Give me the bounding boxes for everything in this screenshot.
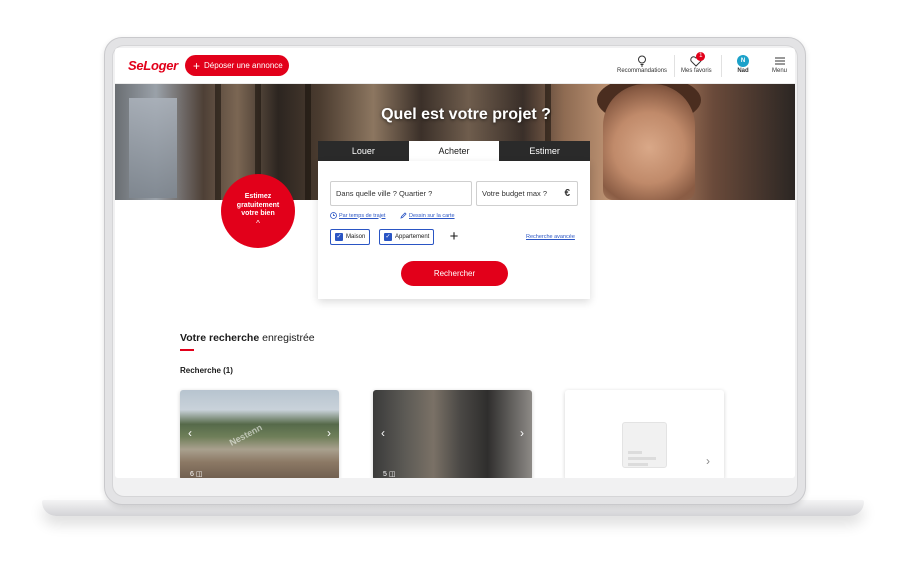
check-icon: ✓ bbox=[384, 233, 392, 241]
header-divider bbox=[674, 55, 675, 77]
project-tabs: Louer Acheter Estimer bbox=[318, 141, 591, 161]
euro-icon: € bbox=[564, 188, 570, 199]
chevron-right-icon[interactable]: › bbox=[706, 454, 710, 468]
city-input[interactable]: Dans quelle ville ? Quartier ? bbox=[330, 181, 472, 206]
maison-label: Maison bbox=[346, 234, 366, 240]
seloger-logo[interactable]: SeLoger bbox=[128, 58, 178, 73]
search-button[interactable]: Rechercher bbox=[401, 261, 508, 286]
placeholder-line bbox=[628, 457, 656, 460]
agency-watermark: Nestenn bbox=[227, 422, 264, 448]
camera-icon: ◫ bbox=[388, 471, 396, 478]
avatar-wrap: N bbox=[737, 54, 749, 68]
favorites-button[interactable]: 1 Mes favoris bbox=[681, 52, 712, 74]
screen: SeLoger + Déposer une annonce Recommanda… bbox=[115, 48, 795, 478]
favorites-count-badge: 1 bbox=[696, 52, 706, 61]
tab-louer[interactable]: Louer bbox=[318, 141, 409, 161]
camera-icon: ◫ bbox=[195, 471, 203, 478]
title-underline bbox=[180, 349, 194, 351]
stage: SeLoger + Déposer une annonce Recommanda… bbox=[0, 0, 906, 570]
menu-label: Menu bbox=[772, 68, 788, 74]
hero-beam bbox=[305, 84, 311, 200]
check-icon: ✓ bbox=[335, 233, 343, 241]
appartement-checkbox[interactable]: ✓ Appartement bbox=[379, 229, 435, 245]
travel-time-link[interactable]: Par temps de trajet bbox=[330, 212, 385, 219]
chevron-left-icon[interactable]: ‹ bbox=[381, 426, 385, 440]
chevron-left-icon[interactable]: ‹ bbox=[188, 426, 192, 440]
hero-beam bbox=[215, 84, 221, 200]
header-divider bbox=[721, 55, 722, 77]
placeholder-line bbox=[628, 451, 642, 454]
estimate-line-3: votre bien bbox=[241, 210, 275, 218]
add-property-type-button[interactable]: + bbox=[445, 228, 463, 246]
menu-button[interactable]: Menu bbox=[772, 54, 787, 74]
saved-search-title-rest: enregistrée bbox=[259, 332, 315, 344]
budget-placeholder: Votre budget max ? bbox=[482, 189, 548, 198]
draw-map-label: Dessin sur la carte bbox=[409, 212, 455, 219]
placeholder-image-icon bbox=[622, 422, 667, 468]
hero-title: Quel est votre projet ? bbox=[381, 106, 551, 123]
pencil-icon bbox=[400, 212, 407, 219]
estimate-line-2: gratuitement bbox=[236, 201, 280, 209]
hamburger-icon bbox=[774, 54, 785, 68]
avatar: N bbox=[737, 55, 749, 67]
saved-search-subtitle: Recherche (1) bbox=[180, 366, 233, 375]
listing-card[interactable]: Nestenn ‹ › 6 ◫ bbox=[180, 390, 339, 478]
photo-count-value: 5 bbox=[383, 471, 387, 478]
estimate-button[interactable]: Estimez gratuitement votre bien ^ bbox=[221, 174, 295, 248]
listing-card[interactable]: ‹ › 5 ◫ bbox=[373, 390, 532, 478]
listing-card-placeholder[interactable]: › bbox=[565, 390, 724, 478]
plus-icon: + bbox=[193, 58, 201, 73]
draw-map-link[interactable]: Dessin sur la carte bbox=[400, 212, 455, 219]
favorites-label: Mes favoris bbox=[681, 68, 712, 74]
deposit-ad-label: Déposer une annonce bbox=[204, 61, 283, 70]
appartement-label: Appartement bbox=[395, 234, 430, 240]
advanced-search-link[interactable]: Recherche avancée bbox=[526, 234, 575, 240]
budget-input[interactable]: Votre budget max ? € bbox=[476, 181, 578, 206]
clock-icon bbox=[330, 212, 337, 219]
saved-search-title: Votre recherche enregistrée bbox=[180, 332, 315, 344]
estimate-line-1: Estimez bbox=[244, 192, 272, 200]
deposit-ad-button[interactable]: + Déposer une annonce bbox=[185, 55, 289, 76]
user-name: Nad bbox=[737, 68, 749, 74]
placeholder-line bbox=[628, 463, 648, 466]
recommendations-button[interactable]: Recommandations bbox=[617, 54, 667, 74]
heart-icon: 1 bbox=[684, 52, 708, 68]
hero-person-face bbox=[603, 84, 695, 200]
photo-count: 5 ◫ bbox=[383, 470, 395, 478]
chevron-right-icon[interactable]: › bbox=[520, 426, 524, 440]
tab-estimer[interactable]: Estimer bbox=[499, 141, 591, 161]
travel-time-label: Par temps de trajet bbox=[339, 212, 386, 219]
account-button[interactable]: N Nad bbox=[737, 54, 749, 74]
chevron-right-icon[interactable]: › bbox=[327, 426, 331, 440]
site-header: SeLoger + Déposer une annonce Recommanda… bbox=[115, 48, 795, 84]
saved-search-title-bold: Votre recherche bbox=[180, 332, 260, 344]
lightbulb-icon bbox=[637, 54, 647, 68]
recommendations-label: Recommandations bbox=[617, 68, 668, 74]
photo-count-value: 6 bbox=[190, 471, 194, 478]
maison-checkbox[interactable]: ✓ Maison bbox=[330, 229, 371, 245]
search-form: Dans quelle ville ? Quartier ? Votre bud… bbox=[318, 161, 590, 299]
photo-count: 6 ◫ bbox=[190, 470, 202, 478]
tab-acheter[interactable]: Acheter bbox=[408, 141, 500, 161]
chevron-up-icon: ^ bbox=[256, 219, 260, 229]
